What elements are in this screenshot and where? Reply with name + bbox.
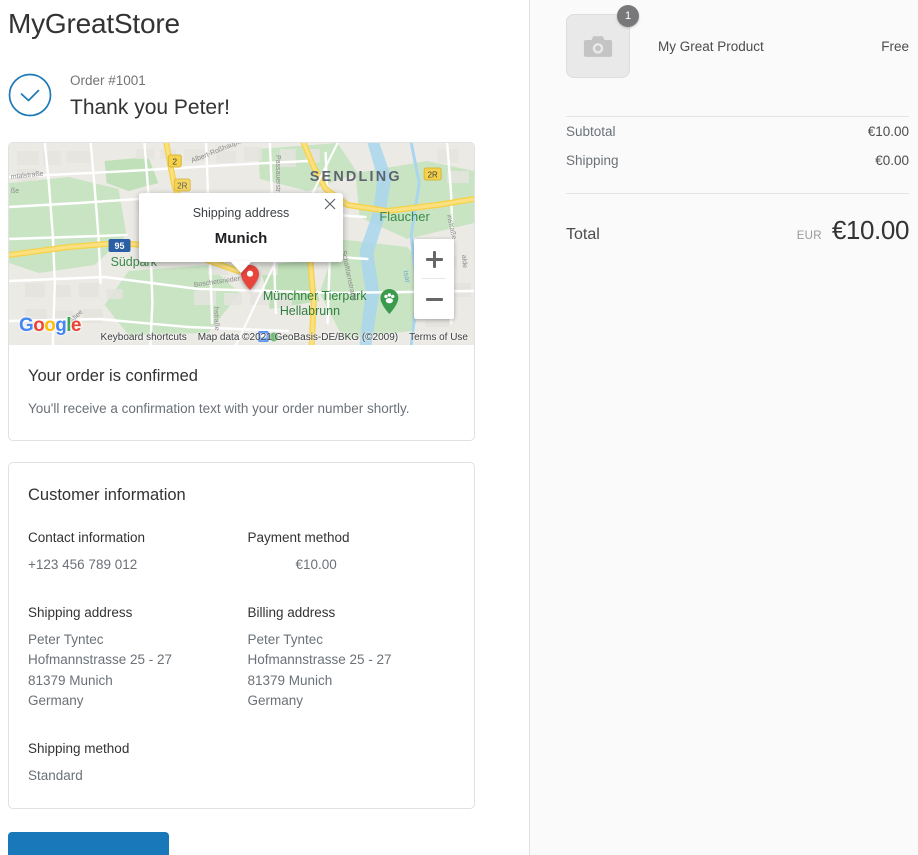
store-name-title: MyGreatStore bbox=[8, 8, 180, 39]
svg-text:hstraße: hstraße bbox=[212, 307, 220, 331]
shipping-address-heading: Shipping address bbox=[28, 604, 133, 620]
divider bbox=[566, 193, 909, 194]
contact-information-block: Contact information +123 456 789 012 bbox=[28, 528, 230, 576]
svg-text:alde: alde bbox=[460, 255, 468, 269]
svg-text:ße: ße bbox=[11, 188, 19, 195]
shipping-method-heading: Shipping method bbox=[28, 740, 130, 756]
order-number: Order #1001 bbox=[70, 73, 146, 88]
check-circle-icon bbox=[8, 73, 52, 117]
popup-value: Munich bbox=[214, 230, 268, 247]
svg-text:Passauerstr: Passauerstr bbox=[274, 155, 281, 193]
quantity-badge: 1 bbox=[617, 5, 639, 27]
shipping-address-popup: Shipping address Munich bbox=[139, 193, 343, 262]
thank-you-text: Order #1001 Thank you Peter! bbox=[70, 70, 230, 122]
continue-shopping-button[interactable]: Continue shopping bbox=[8, 832, 169, 855]
close-icon[interactable] bbox=[323, 197, 337, 211]
thank-you-heading: Thank you Peter! bbox=[70, 96, 230, 119]
subtotal-label: Subtotal bbox=[566, 124, 616, 139]
svg-text:Hellabrunn: Hellabrunn bbox=[280, 304, 340, 318]
shipping-address-line: Hofmannstrasse 25 - 27 bbox=[28, 652, 173, 667]
order-summary-panel: 1 My Great Product Free Subtotal €10.00 … bbox=[529, 0, 918, 855]
order-totals: Subtotal €10.00 Shipping €0.00 bbox=[566, 117, 909, 175]
thank-you-block: Order #1001 Thank you Peter! bbox=[8, 70, 521, 122]
shipping-method-block: Shipping method Standard bbox=[28, 739, 230, 787]
shipping-address-line: Germany bbox=[28, 693, 84, 708]
summary-divider-bottom bbox=[566, 193, 909, 194]
order-details-column: MyGreatStore Order #1001 Thank you Peter… bbox=[0, 0, 529, 855]
svg-text:Flaucher: Flaucher bbox=[379, 209, 430, 224]
svg-text:2R: 2R bbox=[428, 170, 438, 179]
payment-method-value: €10.00 bbox=[295, 557, 337, 572]
route-shield-95: 95 bbox=[108, 239, 131, 252]
billing-address-line: Germany bbox=[247, 693, 304, 708]
camera-icon bbox=[583, 35, 613, 57]
total-currency: EUR bbox=[796, 230, 822, 242]
route-shield-2r-b: 2R bbox=[423, 167, 442, 181]
zoom-in-button[interactable] bbox=[414, 239, 454, 279]
customer-info-left-column: Contact information +123 456 789 012 Shi… bbox=[28, 528, 242, 786]
footer-actions: Continue shopping Need help? Contact us bbox=[8, 832, 521, 855]
customer-information-title: Customer information bbox=[28, 486, 186, 504]
shipping-address-line: 81379 Munich bbox=[28, 672, 113, 688]
shipping-method-value: Standard bbox=[28, 767, 83, 783]
contact-information-heading: Contact information bbox=[28, 530, 146, 545]
route-shield-2: 2 bbox=[167, 154, 182, 168]
shipping-address-line: Peter Tyntec bbox=[28, 631, 104, 647]
svg-text:2R: 2R bbox=[177, 181, 187, 190]
svg-text:SENDLING: SENDLING bbox=[310, 169, 402, 185]
svg-text:95: 95 bbox=[115, 241, 125, 251]
payment-method-heading: Payment method bbox=[247, 530, 350, 545]
billing-address-heading: Billing address bbox=[247, 604, 336, 620]
map-zoom-controls bbox=[414, 239, 454, 319]
subtotal-row: Subtotal €10.00 bbox=[566, 117, 909, 146]
total-value: €10.00 bbox=[831, 215, 910, 245]
customer-info-right-column: Payment method €10.00 Billing address Pe… bbox=[242, 528, 456, 786]
map-attribution: Keyboard shortcuts Map data ©2021 GeoBas… bbox=[9, 332, 474, 343]
shipping-address-block: Shipping address Peter Tyntec Hofmannstr… bbox=[28, 603, 230, 712]
map-card: .rd { stroke:#ffffff; fill:none; stroke-… bbox=[8, 142, 475, 441]
order-confirmed-block: Your order is confirmed You'll receive a… bbox=[9, 345, 474, 440]
product-name: My Great Product bbox=[658, 38, 764, 54]
plus-icon-vertical bbox=[432, 250, 436, 268]
billing-address-line: Hofmannstrasse 25 - 27 bbox=[247, 652, 392, 667]
subtotal-value: €10.00 bbox=[867, 124, 909, 139]
total-label: Total bbox=[566, 226, 600, 243]
route-shield-2r-a: 2R bbox=[173, 178, 191, 192]
svg-text:2: 2 bbox=[172, 156, 177, 166]
shipping-value: €0.00 bbox=[875, 153, 909, 168]
popup-label: Shipping address bbox=[192, 206, 290, 220]
order-summary-line-item: 1 My Great Product Free bbox=[566, 5, 909, 78]
terms-of-use-link[interactable]: Terms of Use bbox=[409, 332, 468, 343]
product-price: Free bbox=[881, 38, 909, 54]
map-viewport[interactable]: .rd { stroke:#ffffff; fill:none; stroke-… bbox=[9, 143, 474, 345]
billing-address-block: Billing address Peter Tyntec Hofmannstra… bbox=[248, 603, 444, 712]
shipping-label: Shipping bbox=[566, 153, 619, 168]
contact-information-value: +123 456 789 012 bbox=[28, 557, 138, 572]
billing-address-line: 81379 Munich bbox=[247, 672, 333, 688]
order-confirmed-subtitle: You'll receive a confirmation text with … bbox=[28, 401, 410, 416]
total-amount: EUR €10.00 bbox=[796, 215, 910, 246]
product-thumbnail-wrapper: 1 bbox=[566, 5, 639, 78]
shipping-row: Shipping €0.00 bbox=[566, 146, 909, 175]
billing-address-line: Peter Tyntec bbox=[247, 631, 324, 647]
customer-information-card: Customer information Contact information… bbox=[8, 462, 475, 809]
keyboard-shortcuts-link[interactable]: Keyboard shortcuts bbox=[101, 332, 187, 343]
order-confirmation-page: MyGreatStore Order #1001 Thank you Peter… bbox=[0, 0, 918, 855]
customer-info-grid: Contact information +123 456 789 012 Shi… bbox=[28, 528, 455, 786]
zoom-out-button[interactable] bbox=[414, 279, 454, 319]
order-confirmed-title: Your order is confirmed bbox=[28, 367, 198, 385]
map-data-credit: Map data ©2021 GeoBasis-DE/BKG (©2009) bbox=[197, 332, 399, 343]
minus-icon bbox=[425, 297, 443, 301]
grand-total-row: Total EUR €10.00 bbox=[566, 215, 909, 246]
payment-method-block: Payment method €10.00 bbox=[248, 528, 444, 576]
